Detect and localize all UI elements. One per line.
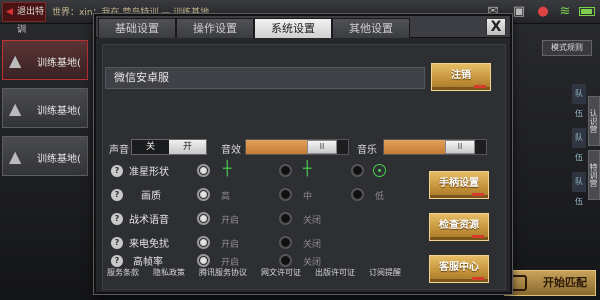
crosshair-cross-icon: ┼ [303, 161, 312, 177]
customer-service-button[interactable]: 客服中心 [429, 255, 489, 283]
crosshair-option-2-radio[interactable] [279, 164, 292, 177]
sound-off-option[interactable]: 关 [132, 140, 169, 154]
side-tab-1[interactable]: 认识营 [588, 96, 600, 146]
settings-tabs: 基础设置 操作设置 系统设置 其他设置 X [96, 16, 510, 38]
settings-dialog: 基础设置 操作设置 系统设置 其他设置 X 微信安卓服 注销 声音 关 开 音效… [94, 14, 512, 294]
battery-icon [579, 7, 595, 16]
side-tab-2[interactable]: 特训营 [588, 150, 600, 200]
tab-other[interactable]: 其他设置 [332, 18, 410, 38]
help-icon[interactable]: ? [111, 237, 123, 249]
footer-link-privacy[interactable]: 隐私政策 [153, 267, 185, 278]
quality-label: 画质 [141, 191, 161, 202]
game-screen: 退出特训 世界：xin：我在 营岛特训 — 训练基地 ✉ ▣ ● ≋ ▲ 训练基… [0, 0, 600, 300]
check-resources-label: 检查资源 [439, 220, 479, 231]
tactical-voice-on-label: 开启 [221, 216, 240, 226]
mode-card-2[interactable]: ▲ 训练基地( [2, 88, 88, 128]
crosshair-option-1-radio[interactable] [197, 164, 210, 177]
music-slider-knob[interactable]: II [445, 140, 475, 154]
button-accent [472, 193, 484, 196]
effects-slider-knob[interactable]: II [307, 140, 337, 154]
back-button[interactable]: 退出特训 [2, 2, 46, 35]
crosshair-dot-icon [373, 164, 386, 177]
call-dnd-label: 来电免扰 [129, 239, 169, 250]
mode-card-1[interactable]: ▲ 训练基地( [2, 40, 88, 80]
logout-label: 注销 [451, 70, 471, 81]
tab-controls[interactable]: 操作设置 [176, 18, 254, 38]
call-dnd-off-radio[interactable] [279, 236, 292, 249]
effects-slider[interactable]: II [245, 139, 349, 155]
system-settings-panel: 微信安卓服 注销 声音 关 开 音效 II 音乐 II ? 准星形状 ┼ ┼ ?… [102, 44, 506, 290]
help-icon[interactable]: ? [111, 255, 123, 267]
mode-rule-button[interactable]: 模式规则 [542, 40, 592, 56]
sound-label: 声音 [109, 145, 129, 156]
team-badge: 队伍 [572, 172, 586, 206]
footer-link-publish-license[interactable]: 出版许可证 [315, 267, 355, 278]
footer-link-service-agreement[interactable]: 腾讯服务协议 [199, 267, 247, 278]
sound-on-option[interactable]: 开 [169, 140, 206, 154]
helmet-icon: ▲ [9, 99, 22, 118]
quality-mid-radio[interactable] [279, 188, 292, 201]
mode-card-3[interactable]: ▲ 训练基地( [2, 136, 88, 176]
button-accent [472, 235, 484, 238]
close-button[interactable]: X [486, 18, 506, 36]
crosshair-cross-icon: ┼ [223, 161, 232, 177]
footer-link-subscription[interactable]: 订阅提醒 [369, 267, 401, 278]
quality-high-radio[interactable] [197, 188, 210, 201]
quality-low-radio[interactable] [351, 188, 364, 201]
help-icon[interactable]: ? [111, 189, 123, 201]
music-label: 音乐 [357, 145, 377, 156]
mode-card-label: 训练基地( [37, 154, 81, 165]
call-dnd-on-label: 开启 [221, 240, 240, 250]
team-badge: 队伍 [572, 84, 586, 118]
high-fps-off-radio[interactable] [279, 254, 292, 267]
logout-button[interactable]: 注销 [431, 63, 491, 91]
high-fps-label: 高帧率 [133, 257, 163, 268]
sound-toggle[interactable]: 关 开 [131, 139, 207, 155]
mode-card-label: 训练基地( [37, 58, 81, 69]
start-match-label: 开始匹配 [543, 276, 587, 289]
start-match-button[interactable]: 开始匹配 [504, 270, 596, 296]
call-dnd-off-label: 关闭 [303, 240, 322, 250]
tactical-voice-off-label: 关闭 [303, 216, 322, 226]
helmet-icon: ▲ [9, 51, 22, 70]
check-resources-button[interactable]: 检查资源 [429, 213, 489, 241]
helmet-icon: ▲ [9, 147, 22, 166]
crosshair-option-3-radio[interactable] [351, 164, 364, 177]
wifi-icon: ≋ [559, 4, 571, 19]
crosshair-label: 准星形状 [129, 167, 169, 178]
tactical-voice-off-radio[interactable] [279, 212, 292, 225]
call-dnd-on-radio[interactable] [197, 236, 210, 249]
effects-label: 音效 [221, 145, 241, 156]
button-accent [474, 85, 486, 88]
help-icon[interactable]: ? [111, 213, 123, 225]
team-badge: 队伍 [572, 128, 586, 162]
tab-system[interactable]: 系统设置 [254, 18, 332, 38]
quality-high-label: 高 [221, 192, 231, 202]
quality-low-label: 低 [375, 192, 385, 202]
server-name: 微信安卓服 [105, 67, 425, 89]
tactical-voice-label: 战术语音 [129, 215, 169, 226]
controller-settings-label: 手柄设置 [439, 178, 479, 189]
quality-mid-label: 中 [303, 192, 313, 202]
high-fps-on-radio[interactable] [197, 254, 210, 267]
notification-icon[interactable]: ● [532, 3, 554, 21]
customer-service-label: 客服中心 [439, 262, 479, 273]
tactical-voice-on-radio[interactable] [197, 212, 210, 225]
help-icon[interactable]: ? [111, 165, 123, 177]
controller-settings-button[interactable]: 手柄设置 [429, 171, 489, 199]
tab-basic[interactable]: 基础设置 [98, 18, 176, 38]
mode-card-label: 训练基地( [37, 106, 81, 117]
footer-link-terms[interactable]: 服务条款 [107, 267, 139, 278]
footer-link-net-license[interactable]: 网文许可证 [261, 267, 301, 278]
music-slider[interactable]: II [383, 139, 487, 155]
button-accent [472, 277, 484, 280]
crate-icon [511, 275, 527, 291]
